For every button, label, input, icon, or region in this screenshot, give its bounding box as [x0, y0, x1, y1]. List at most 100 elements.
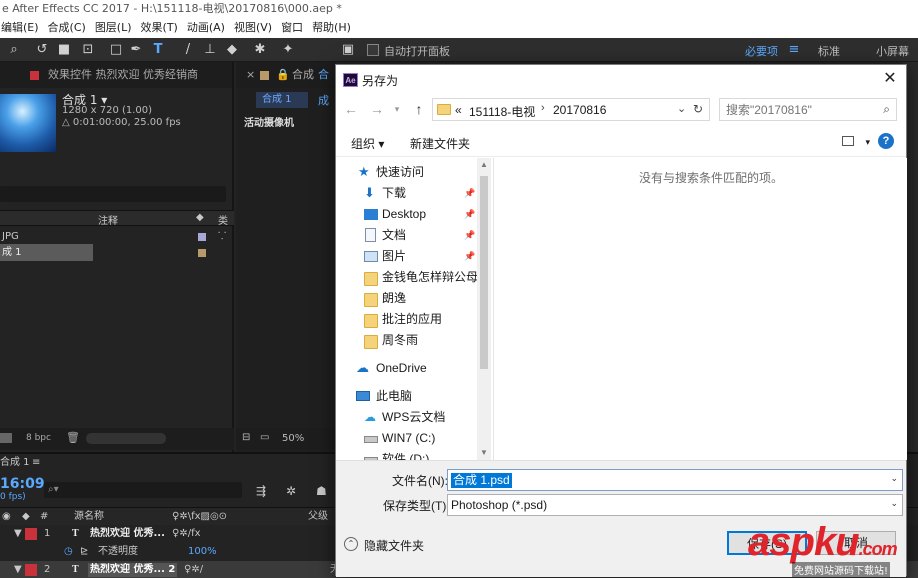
viewer-tabs: × 🔒 合成 合成: [236, 62, 336, 107]
nav-this-pc[interactable]: 此电脑: [336, 386, 476, 406]
filetype-dropdown-icon[interactable]: ⌄: [890, 498, 898, 509]
trash-icon[interactable]: 🗑: [66, 431, 80, 444]
menu-layer[interactable]: 图层(L): [94, 18, 140, 38]
filename-input[interactable]: 合成 1.psd ⌄: [447, 469, 903, 491]
menu-animation[interactable]: 动画(A): [186, 18, 233, 38]
nav-downloads[interactable]: ⬇ 下载 📌: [336, 183, 476, 203]
close-tab-icon[interactable]: ×: [246, 62, 255, 88]
auto-open-checkbox[interactable]: [367, 44, 379, 56]
scroll-down-icon[interactable]: ▼: [477, 446, 491, 460]
new-folder-button[interactable]: 新建文件夹: [410, 135, 470, 152]
address-overflow[interactable]: «: [455, 103, 462, 117]
nav-drive-c[interactable]: WIN7 (C:): [336, 428, 476, 448]
puppet-tool-icon[interactable]: ✦: [280, 42, 296, 58]
view-dropdown-icon[interactable]: ▾: [865, 137, 870, 148]
pin-icon: 📌: [464, 188, 476, 198]
zoom-level[interactable]: 50%: [282, 433, 304, 444]
comp-mini-flowchart-icon[interactable]: ⇶: [256, 484, 266, 498]
menu-help[interactable]: 帮助(H): [311, 18, 359, 38]
rotate-tool-icon[interactable]: ↺: [34, 42, 50, 58]
comp-size: 1280 x 720 (1.00): [62, 105, 153, 116]
type-tool-icon[interactable]: T: [150, 42, 166, 58]
breadcrumb-separator-icon[interactable]: ›: [541, 102, 545, 114]
rectangle-tool-icon[interactable]: □: [108, 42, 124, 58]
address-segment-1[interactable]: 151118-电视: [469, 103, 535, 120]
refresh-icon[interactable]: ↻: [693, 102, 703, 116]
shy-icon[interactable]: ☗: [316, 484, 327, 498]
menu-view[interactable]: 视图(V): [233, 18, 280, 38]
up-arrow-icon[interactable]: ↑: [410, 99, 428, 119]
search-input[interactable]: [726, 102, 876, 118]
filename-value[interactable]: 合成 1.psd: [451, 473, 512, 488]
workspace-menu-icon[interactable]: ≡: [786, 42, 802, 58]
help-icon[interactable]: ?: [878, 133, 894, 149]
workspace-essentials[interactable]: 必要项: [745, 43, 778, 59]
filename-dropdown-icon[interactable]: ⌄: [890, 473, 898, 484]
snapping-icon[interactable]: ▣: [340, 42, 356, 58]
monitor-icon[interactable]: ▭: [260, 432, 269, 443]
project-item-jpg[interactable]: JPG ⸪: [0, 228, 234, 245]
viewer-tab[interactable]: 合成: [292, 62, 314, 88]
workspace-small-screen[interactable]: 小屏幕: [876, 43, 909, 59]
search-icon[interactable]: ⌕: [883, 102, 890, 117]
menu-effect[interactable]: 效果(T): [140, 18, 186, 38]
pan-behind-tool-icon[interactable]: ⊡: [80, 42, 96, 58]
file-list-pane[interactable]: 没有与搜索条件匹配的项。: [493, 158, 907, 460]
nav-onedrive[interactable]: ☁ OneDrive: [336, 358, 476, 378]
viewer-tab-active[interactable]: 合成: [318, 62, 336, 114]
navigation-pane: ★ 快速访问 ⬇ 下载 📌 Desktop 📌 文档 📌 图片 📌 金钱龟怎样辩…: [336, 158, 492, 460]
nav-drive-d[interactable]: 软件 (D:): [336, 449, 476, 460]
clone-stamp-icon[interactable]: ⊥: [202, 42, 218, 58]
back-arrow-icon[interactable]: ←: [342, 99, 360, 119]
nav-quick-access[interactable]: ★ 快速访问: [336, 162, 476, 182]
search-box[interactable]: ⌕: [719, 98, 897, 121]
nav-documents[interactable]: 文档 📌: [336, 225, 476, 245]
nav-wps-cloud[interactable]: ☁ WPS云文档: [336, 407, 476, 427]
brush-tool-icon[interactable]: /: [180, 42, 196, 58]
nav-pictures[interactable]: 图片 📌: [336, 246, 476, 266]
menu-composition[interactable]: 合成(C): [47, 18, 94, 38]
project-item-comp[interactable]: 成 1: [0, 244, 93, 261]
workspace-standard[interactable]: 标准: [818, 43, 840, 59]
timecode[interactable]: 16:09: [0, 476, 45, 492]
scroll-up-icon[interactable]: ▲: [477, 158, 491, 172]
close-icon[interactable]: ✕: [880, 69, 900, 89]
filetype-select[interactable]: Photoshop (*.psd) ⌄: [447, 494, 903, 516]
dialog-titlebar[interactable]: Ae 另存为 ✕: [336, 65, 906, 95]
interpret-footage-icon[interactable]: [0, 433, 12, 443]
menu-edit[interactable]: 编辑(E): [0, 18, 47, 38]
timeline-search-input[interactable]: ⌕▾: [44, 482, 242, 498]
zoom-tool-icon[interactable]: ⌕: [6, 42, 22, 58]
bpc-label[interactable]: 8 bpc: [26, 433, 51, 443]
roto-brush-icon[interactable]: ✱: [252, 42, 268, 58]
recent-dropdown-icon[interactable]: ▾: [388, 99, 406, 119]
forward-arrow-icon[interactable]: →: [368, 99, 386, 119]
menu-window[interactable]: 窗口: [280, 18, 311, 38]
camera-tool-icon[interactable]: ■: [56, 42, 72, 58]
nav-scrollbar[interactable]: ▲ ▼: [477, 158, 491, 460]
scroll-thumb[interactable]: [480, 176, 488, 369]
draft-3d-icon[interactable]: ✲: [286, 484, 296, 498]
nav-desktop[interactable]: Desktop 📌: [336, 204, 476, 224]
save-as-dialog: Ae 另存为 ✕ ← → ▾ ↑ « 151118-电视 › 20170816 …: [335, 64, 907, 577]
address-bar[interactable]: « 151118-电视 › 20170816 ⌄ ↻: [432, 98, 710, 121]
view-options-icon[interactable]: [842, 136, 854, 146]
project-search-input[interactable]: [0, 186, 226, 202]
region-icon[interactable]: ⊟: [242, 432, 250, 443]
address-segment-2[interactable]: 20170816: [553, 103, 606, 117]
pin-icon: 📌: [464, 230, 476, 240]
nav-folder-1[interactable]: 金钱龟怎样辩公母: [336, 267, 478, 287]
filetype-label: 保存类型(T):: [383, 499, 450, 513]
eraser-tool-icon[interactable]: ◆: [224, 42, 240, 58]
comp-flow-tab[interactable]: 合成 1: [256, 92, 308, 108]
address-dropdown-icon[interactable]: ⌄: [677, 102, 686, 115]
nav-folder-2[interactable]: 朗逸: [336, 288, 476, 308]
organize-button[interactable]: 组织 ▾: [351, 135, 384, 152]
comp-label-swatch: [198, 249, 206, 257]
nav-folder-4[interactable]: 周冬雨: [336, 330, 476, 350]
pen-tool-icon[interactable]: ✒: [128, 42, 144, 58]
thumbnail-slider[interactable]: [86, 433, 166, 444]
lock-icon[interactable]: 🔒: [276, 62, 290, 88]
effects-controls-tab[interactable]: 效果控件 热烈欢迎 优秀经销商: [0, 62, 232, 88]
nav-folder-3[interactable]: 批注的应用: [336, 309, 476, 329]
